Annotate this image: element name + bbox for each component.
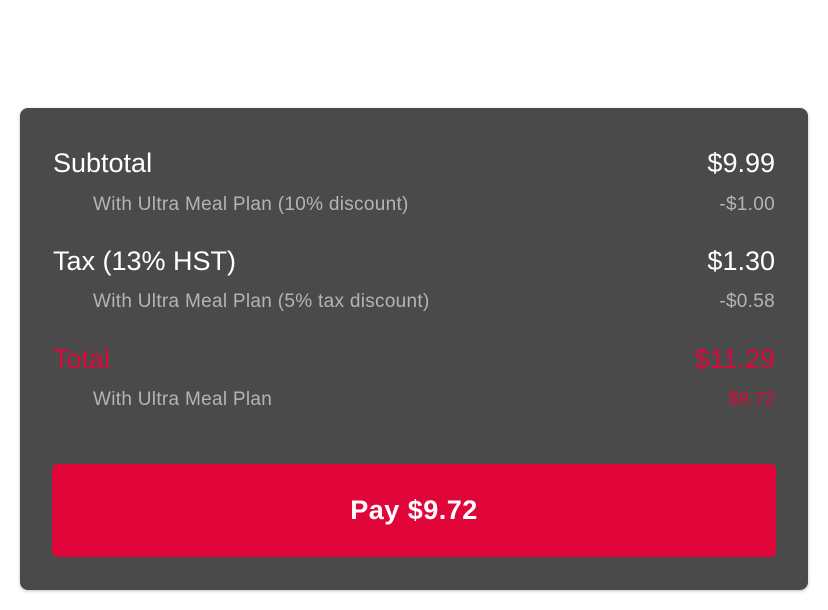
subtotal-discount-label: With Ultra Meal Plan (10% discount) [93,194,409,215]
total-row: Total $11.29 [53,344,775,375]
total-value: $11.29 [694,344,775,374]
total-plan-row: With Ultra Meal Plan $9.72 [93,389,775,411]
pay-button[interactable]: Pay $9.72 [52,464,776,557]
total-plan-value: $9.72 [728,389,775,409]
tax-label: Tax (13% HST) [53,246,237,276]
tax-discount-row: With Ultra Meal Plan (5% tax discount) -… [93,291,775,313]
subtotal-discount-value: -$1.00 [719,194,775,215]
subtotal-row: Subtotal $9.99 [53,148,775,179]
subtotal-discount-row: With Ultra Meal Plan (10% discount) -$1.… [93,194,775,216]
subtotal-value: $9.99 [707,148,775,178]
total-label: Total [53,344,111,374]
subtotal-label: Subtotal [53,148,153,178]
tax-value: $1.30 [707,246,775,276]
total-plan-label: With Ultra Meal Plan [93,389,273,410]
order-summary-card: Subtotal $9.99 With Ultra Meal Plan (10%… [20,108,808,590]
tax-row: Tax (13% HST) $1.30 [53,246,775,277]
tax-discount-value: -$0.58 [719,291,775,312]
tax-discount-label: With Ultra Meal Plan (5% tax discount) [93,291,430,312]
